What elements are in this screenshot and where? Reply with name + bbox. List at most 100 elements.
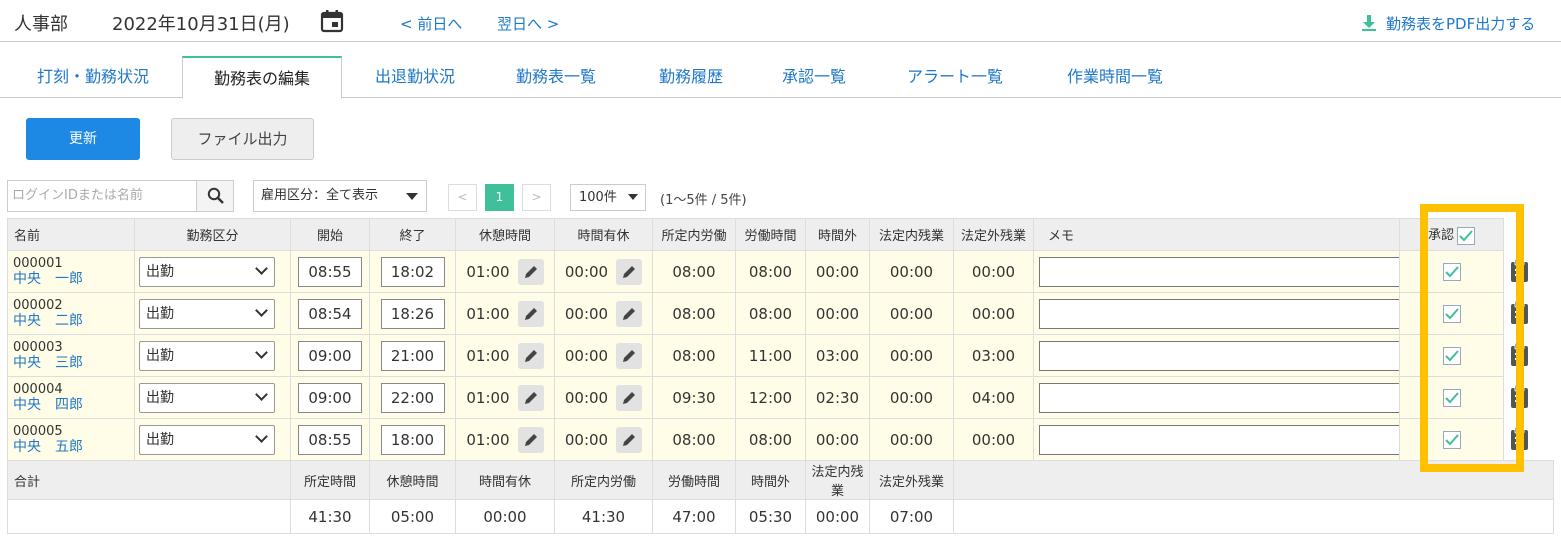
employee-id: 000001: [13, 255, 63, 271]
overtime-value: 00:00: [805, 292, 870, 335]
edit-hourly-leave-button[interactable]: [616, 426, 643, 453]
memo-input[interactable]: [1039, 424, 1439, 455]
legal-out-ot-value: 00:00: [953, 292, 1034, 335]
summary-break: 05:00: [369, 499, 456, 534]
end-time-input[interactable]: 18:00: [380, 424, 445, 455]
col-work-type: 勤務区分: [134, 218, 291, 251]
work-type-value: 出勤: [146, 305, 174, 322]
memo-input[interactable]: [1039, 256, 1439, 287]
work-type-select[interactable]: 出勤: [139, 256, 275, 287]
approve-checkbox[interactable]: [1442, 262, 1461, 281]
check-icon: [1444, 307, 1459, 319]
start-time-input[interactable]: 09:00: [298, 340, 362, 371]
file-export-button[interactable]: ファイル出力: [171, 118, 314, 160]
edit-hourly-leave-button[interactable]: [616, 258, 643, 285]
overtime-value: 00:00: [805, 250, 870, 293]
edit-hourly-leave-button[interactable]: [616, 342, 643, 369]
approve-checkbox[interactable]: [1442, 304, 1461, 323]
work-type-select[interactable]: 出勤: [139, 382, 275, 413]
employment-type-select[interactable]: 雇用区分：全て表示: [253, 180, 427, 212]
dropdown-caret-icon: [406, 193, 418, 200]
summary-col-legal-out-ot: 法定外残業: [869, 460, 954, 500]
overtime-value: 03:00: [805, 334, 870, 377]
work-type-select[interactable]: 出勤: [139, 424, 275, 455]
edit-hourly-leave-button[interactable]: [616, 384, 643, 411]
employee-name-link[interactable]: 中央 五郎: [8, 439, 134, 455]
start-time-input[interactable]: 08:54: [298, 298, 362, 329]
scheduled-work-value: 08:00: [652, 334, 736, 377]
col-break: 休憩時間: [455, 218, 555, 251]
search-input[interactable]: ログインIDまたは名前: [7, 180, 197, 212]
tab-attendance-status[interactable]: 出退勤状況: [360, 56, 470, 98]
edit-break-button[interactable]: [517, 258, 544, 285]
tab-clock-status[interactable]: 打刻・勤務状況: [16, 56, 170, 98]
next-day-link[interactable]: 翌日へ >: [497, 13, 559, 34]
pencil-icon: [623, 265, 636, 278]
result-range: (1〜5件 / 5件): [660, 193, 747, 208]
break-time-value: 01:00: [466, 346, 510, 365]
scheduled-work-value: 09:30: [652, 376, 736, 419]
check-icon: [1444, 391, 1459, 403]
stamp-icon[interactable]: [1508, 300, 1532, 326]
start-time-input[interactable]: 08:55: [298, 424, 362, 455]
pencil-icon: [524, 433, 537, 446]
edit-break-button[interactable]: [517, 342, 544, 369]
employee-name-link[interactable]: 中央 三郎: [8, 355, 134, 371]
page-current[interactable]: 1: [485, 184, 514, 211]
end-time-input[interactable]: 22:00: [380, 382, 445, 413]
legal-in-ot-value: 00:00: [869, 334, 954, 377]
memo-input[interactable]: [1039, 298, 1439, 329]
stamp-icon[interactable]: [1508, 384, 1532, 410]
edit-break-button[interactable]: [517, 426, 544, 453]
page-prev-button[interactable]: <: [448, 184, 477, 211]
pencil-icon: [623, 391, 636, 404]
table-row: 000001 中央 一郎 出勤 08:55 18:02 01:00 00:00 0…: [7, 250, 1554, 293]
end-time-input[interactable]: 18:26: [380, 298, 445, 329]
prev-day-link[interactable]: < 前日へ: [400, 13, 462, 34]
tab-work-time-list[interactable]: 作業時間一覧: [1048, 56, 1182, 98]
per-page-select[interactable]: 100件: [570, 184, 646, 211]
tab-bar: 打刻・勤務状況 勤務表の編集 出退勤状況 勤務表一覧 勤務履歴 承認一覧 アラー…: [0, 56, 1561, 99]
approve-checkbox[interactable]: [1442, 346, 1461, 365]
stamp-icon[interactable]: [1508, 342, 1532, 368]
search-button[interactable]: [196, 180, 234, 212]
approve-all-checkbox[interactable]: [1457, 226, 1475, 245]
edit-break-button[interactable]: [517, 300, 544, 327]
tab-alert-list[interactable]: アラート一覧: [888, 56, 1022, 98]
edit-break-button[interactable]: [517, 384, 544, 411]
chevron-down-icon: [255, 303, 268, 317]
employee-name-link[interactable]: 中央 一郎: [8, 271, 134, 287]
start-time-input[interactable]: 08:55: [298, 256, 362, 287]
tab-approval-list[interactable]: 承認一覧: [765, 56, 863, 98]
work-hours-value: 08:00: [735, 418, 806, 461]
col-start: 開始: [290, 218, 370, 251]
pdf-export-link[interactable]: 勤務表をPDF出力する: [1362, 13, 1535, 34]
hourly-leave-value: 00:00: [564, 304, 609, 323]
tab-edit-timesheet[interactable]: 勤務表の編集: [182, 56, 342, 99]
edit-hourly-leave-button[interactable]: [616, 300, 643, 327]
top-header: 人事部 2022年10月31日(月) < 前日へ 翌日へ > 勤務表をPDF出力…: [0, 0, 1561, 42]
end-time-input[interactable]: 21:00: [380, 340, 445, 371]
employment-type-value: 雇用区分：全て表示: [261, 188, 379, 203]
approve-checkbox[interactable]: [1442, 430, 1461, 449]
tab-timesheet-list[interactable]: 勤務表一覧: [500, 56, 612, 98]
summary-values-tail: [953, 499, 1554, 534]
employee-name-link[interactable]: 中央 二郎: [8, 313, 134, 329]
page-next-button[interactable]: >: [522, 184, 551, 211]
work-hours-value: 08:00: [735, 292, 806, 335]
pdf-export-label: 勤務表をPDF出力する: [1386, 15, 1536, 33]
memo-input[interactable]: [1039, 340, 1439, 371]
update-button[interactable]: 更新: [26, 118, 140, 160]
employee-name-link[interactable]: 中央 四郎: [8, 397, 134, 413]
stamp-icon[interactable]: [1508, 426, 1532, 452]
stamp-icon[interactable]: [1508, 258, 1532, 284]
calendar-icon[interactable]: [320, 9, 344, 33]
start-time-input[interactable]: 09:00: [298, 382, 362, 413]
approve-checkbox[interactable]: [1442, 388, 1461, 407]
memo-input[interactable]: [1039, 382, 1439, 413]
end-time-input[interactable]: 18:02: [380, 256, 445, 287]
tab-work-history[interactable]: 勤務履歴: [642, 56, 740, 98]
work-type-select[interactable]: 出勤: [139, 298, 275, 329]
employee-id: 000003: [13, 339, 63, 355]
work-type-select[interactable]: 出勤: [139, 340, 275, 371]
